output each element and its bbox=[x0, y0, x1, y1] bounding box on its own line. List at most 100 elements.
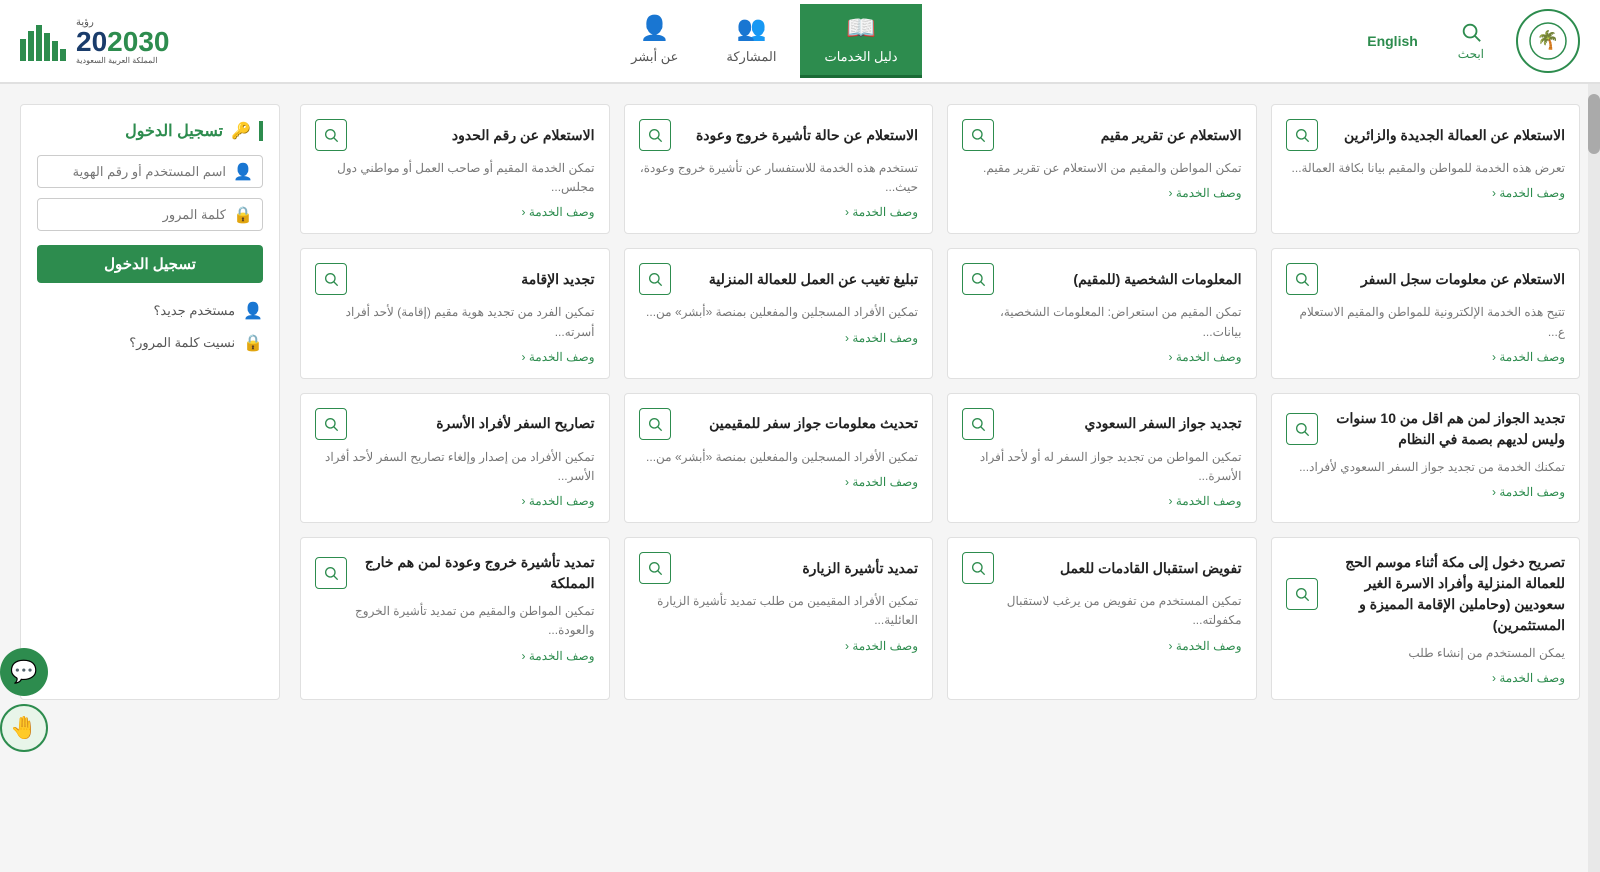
service-card[interactable]: الاستعلام عن معلومات سجل السفر تتيح هذه … bbox=[1271, 248, 1581, 378]
service-card[interactable]: تمديد تأشيرة خروج وعودة لمن هم خارج المم… bbox=[300, 537, 610, 700]
service-card[interactable]: الاستعلام عن رقم الحدود تمكن الخدمة المق… bbox=[300, 104, 610, 234]
service-card[interactable]: تصاريح السفر لأفراد الأسرة تمكين الأفراد… bbox=[300, 393, 610, 523]
service-card[interactable]: تجديد الجواز لمن هم اقل من 10 سنوات وليس… bbox=[1271, 393, 1581, 523]
card-service-link[interactable]: وصف الخدمة ‹ bbox=[1286, 186, 1566, 200]
search-icon bbox=[639, 408, 671, 440]
card-service-link[interactable]: وصف الخدمة ‹ bbox=[639, 475, 919, 489]
card-title: المعلومات الشخصية (للمقيم) bbox=[1073, 269, 1241, 290]
card-title: تحديث معلومات جواز سفر للمقيمين bbox=[709, 413, 918, 434]
service-card[interactable]: الاستعلام عن العمالة الجديدة والزائرين ت… bbox=[1271, 104, 1581, 234]
search-icon bbox=[962, 408, 994, 440]
card-service-link[interactable]: وصف الخدمة ‹ bbox=[1286, 671, 1566, 685]
card-description: تمكين المواطن والمقيم من تمديد تأشيرة ال… bbox=[315, 602, 595, 640]
card-service-link[interactable]: وصف الخدمة ‹ bbox=[315, 494, 595, 508]
card-service-link[interactable]: وصف الخدمة ‹ bbox=[315, 350, 595, 364]
login-button[interactable]: تسجيل الدخول bbox=[37, 245, 263, 283]
card-header: تبليغ تغيب عن العمل للعمالة المنزلية bbox=[639, 263, 919, 295]
card-service-link[interactable]: وصف الخدمة ‹ bbox=[1286, 350, 1566, 364]
service-card[interactable]: المعلومات الشخصية (للمقيم) تمكن المقيم م… bbox=[947, 248, 1257, 378]
service-card[interactable]: الاستعلام عن حالة تأشيرة خروج وعودة تستخ… bbox=[624, 104, 934, 234]
service-card[interactable]: الاستعلام عن تقرير مقيم تمكن المواطن وال… bbox=[947, 104, 1257, 234]
forgot-password-label: نسيت كلمة المرور؟ bbox=[129, 335, 235, 351]
card-service-link[interactable]: وصف الخدمة ‹ bbox=[639, 331, 919, 345]
card-title: الاستعلام عن معلومات سجل السفر bbox=[1361, 269, 1565, 290]
search-icon bbox=[962, 263, 994, 295]
card-title: تصاريح السفر لأفراد الأسرة bbox=[436, 413, 594, 434]
vision-sub: المملكة العربية السعودية bbox=[76, 56, 157, 65]
card-header: تحديث معلومات جواز سفر للمقيمين bbox=[639, 408, 919, 440]
nav-label-musharaka: المشاركة bbox=[726, 49, 776, 65]
username-input[interactable] bbox=[37, 155, 263, 188]
services-grid: الاستعلام عن العمالة الجديدة والزائرين ت… bbox=[300, 104, 1580, 700]
card-service-link[interactable]: وصف الخدمة ‹ bbox=[315, 649, 595, 663]
service-card[interactable]: تمديد تأشيرة الزيارة تمكين الأفراد المقي… bbox=[624, 537, 934, 700]
card-header: تفويض استقبال القادمات للعمل bbox=[962, 552, 1242, 584]
card-service-link[interactable]: وصف الخدمة ‹ bbox=[315, 205, 595, 219]
header-left-section: رؤية 202030 المملكة العربية السعودية bbox=[20, 17, 169, 65]
card-description: تمكن المقيم من استعراض: المعلومات الشخصي… bbox=[962, 303, 1242, 341]
svg-text:🌴: 🌴 bbox=[1537, 29, 1559, 50]
card-service-link[interactable]: وصف الخدمة ‹ bbox=[962, 186, 1242, 200]
card-header: المعلومات الشخصية (للمقيم) bbox=[962, 263, 1242, 295]
card-service-link[interactable]: وصف الخدمة ‹ bbox=[962, 350, 1242, 364]
chat-button[interactable]: 💬 bbox=[0, 648, 48, 696]
bar-chart-icon bbox=[20, 21, 66, 61]
main-header: 🌴 ابحث English 📖 دليل الخدمات 👥 المشاركة… bbox=[0, 0, 1600, 84]
card-title: تمديد تأشيرة خروج وعودة لمن هم خارج المم… bbox=[355, 552, 595, 594]
username-field-container: 👤 bbox=[37, 155, 263, 188]
card-service-link[interactable]: وصف الخدمة ‹ bbox=[962, 639, 1242, 653]
service-card[interactable]: تبليغ تغيب عن العمل للعمالة المنزلية تمك… bbox=[624, 248, 934, 378]
search-icon bbox=[315, 263, 347, 295]
government-logo: 🌴 bbox=[1516, 9, 1580, 73]
service-card[interactable]: تجديد جواز السفر السعودي تمكين المواطن م… bbox=[947, 393, 1257, 523]
nav-label-abshir: عن أبشر bbox=[631, 49, 678, 65]
search-icon bbox=[639, 119, 671, 151]
card-description: تمكين الأفراد المقيمين من طلب تمديد تأشي… bbox=[639, 592, 919, 630]
card-title: تفويض استقبال القادمات للعمل bbox=[1060, 558, 1242, 579]
sidebar-title-text: تسجيل الدخول bbox=[125, 121, 223, 141]
login-sidebar: 🔑 تسجيل الدخول 👤 🔒 تسجيل الدخول 👤 مستخدم… bbox=[20, 104, 280, 700]
nav-item-daleel[interactable]: 📖 دليل الخدمات bbox=[800, 4, 921, 78]
service-card[interactable]: تجديد الإقامة تمكين الفرد من تجديد هوية … bbox=[300, 248, 610, 378]
search-icon bbox=[962, 119, 994, 151]
card-service-link[interactable]: وصف الخدمة ‹ bbox=[639, 205, 919, 219]
nav-item-musharaka[interactable]: 👥 المشاركة bbox=[702, 4, 800, 78]
card-title: تصريح دخول إلى مكة أثناء موسم الحج للعما… bbox=[1326, 552, 1566, 636]
english-language-link[interactable]: English bbox=[1359, 25, 1426, 57]
card-service-link[interactable]: وصف الخدمة ‹ bbox=[962, 494, 1242, 508]
card-header: تجديد جواز السفر السعودي bbox=[962, 408, 1242, 440]
card-header: تجديد الإقامة bbox=[315, 263, 595, 295]
main-container: الاستعلام عن العمالة الجديدة والزائرين ت… bbox=[0, 84, 1600, 720]
search-button[interactable]: ابحث bbox=[1446, 13, 1496, 69]
card-header: تجديد الجواز لمن هم اقل من 10 سنوات وليس… bbox=[1286, 408, 1566, 450]
search-icon bbox=[315, 557, 347, 589]
card-service-link[interactable]: وصف الخدمة ‹ bbox=[639, 639, 919, 653]
card-description: تستخدم هذه الخدمة للاستفسار عن تأشيرة خر… bbox=[639, 159, 919, 197]
nav-label-daleel: دليل الخدمات bbox=[824, 49, 897, 65]
header-nav: 📖 دليل الخدمات 👥 المشاركة 👤 عن أبشر bbox=[607, 4, 921, 78]
card-description: تمكن الخدمة المقيم أو صاحب العمل أو مواط… bbox=[315, 159, 595, 197]
card-header: تصريح دخول إلى مكة أثناء موسم الحج للعما… bbox=[1286, 552, 1566, 636]
service-card[interactable]: تحديث معلومات جواز سفر للمقيمين تمكين ال… bbox=[624, 393, 934, 523]
nav-item-abshir[interactable]: 👤 عن أبشر bbox=[607, 4, 702, 78]
search-icon bbox=[1286, 413, 1318, 445]
card-header: الاستعلام عن معلومات سجل السفر bbox=[1286, 263, 1566, 295]
card-header: الاستعلام عن العمالة الجديدة والزائرين bbox=[1286, 119, 1566, 151]
help-button[interactable]: 🤚 bbox=[0, 704, 48, 752]
card-service-link[interactable]: وصف الخدمة ‹ bbox=[1286, 485, 1566, 499]
sidebar-title: 🔑 تسجيل الدخول bbox=[37, 121, 263, 141]
service-card[interactable]: تفويض استقبال القادمات للعمل تمكين المست… bbox=[947, 537, 1257, 700]
book-icon: 📖 bbox=[846, 14, 876, 43]
lock-icon: 🔒 bbox=[233, 205, 253, 225]
password-input[interactable] bbox=[37, 198, 263, 231]
scrollbar-track[interactable] bbox=[1588, 84, 1600, 872]
service-card[interactable]: تصريح دخول إلى مكة أثناء موسم الحج للعما… bbox=[1271, 537, 1581, 700]
card-title: تبليغ تغيب عن العمل للعمالة المنزلية bbox=[709, 269, 918, 290]
forgot-password-link[interactable]: 🔒 نسيت كلمة المرور؟ bbox=[37, 327, 263, 359]
card-title: الاستعلام عن تقرير مقيم bbox=[1101, 125, 1242, 146]
new-user-link[interactable]: 👤 مستخدم جديد؟ bbox=[37, 295, 263, 327]
card-description: تمكنك الخدمة من تجديد جواز السفر السعودي… bbox=[1286, 458, 1566, 477]
card-title: تمديد تأشيرة الزيارة bbox=[802, 558, 918, 579]
search-icon bbox=[1286, 263, 1318, 295]
scrollbar-thumb[interactable] bbox=[1588, 94, 1600, 154]
